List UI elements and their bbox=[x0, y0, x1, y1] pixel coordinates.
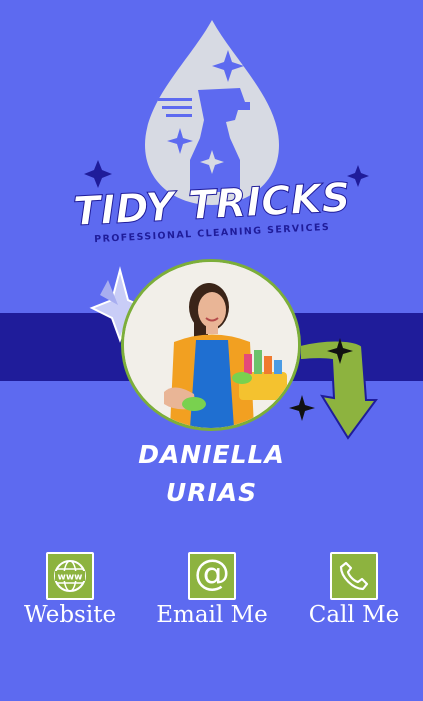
tidy-tricks-logo: TIDY TRICKS PROFESSIONAL CLEANING SERVIC… bbox=[72, 20, 369, 245]
at-sign-icon: @ bbox=[194, 553, 230, 594]
last-name: URIAS bbox=[165, 478, 258, 507]
first-name: DANIELLA bbox=[138, 440, 285, 469]
website-action[interactable]: www Website bbox=[10, 552, 130, 628]
phone-icon bbox=[339, 561, 369, 591]
email-label[interactable]: Email Me bbox=[152, 602, 272, 628]
call-label[interactable]: Call Me bbox=[294, 602, 414, 628]
call-button[interactable] bbox=[330, 552, 378, 600]
profile-photo bbox=[121, 259, 301, 431]
website-label[interactable]: Website bbox=[10, 602, 130, 628]
email-action[interactable]: @ Email Me bbox=[152, 552, 272, 628]
www-text: www bbox=[58, 573, 83, 583]
call-action[interactable]: Call Me bbox=[294, 552, 414, 628]
email-button[interactable]: @ bbox=[188, 552, 236, 600]
globe-www-icon: www bbox=[54, 560, 86, 592]
website-button[interactable]: www bbox=[46, 552, 94, 600]
profile-name: DANIELLA URIAS bbox=[0, 436, 423, 512]
